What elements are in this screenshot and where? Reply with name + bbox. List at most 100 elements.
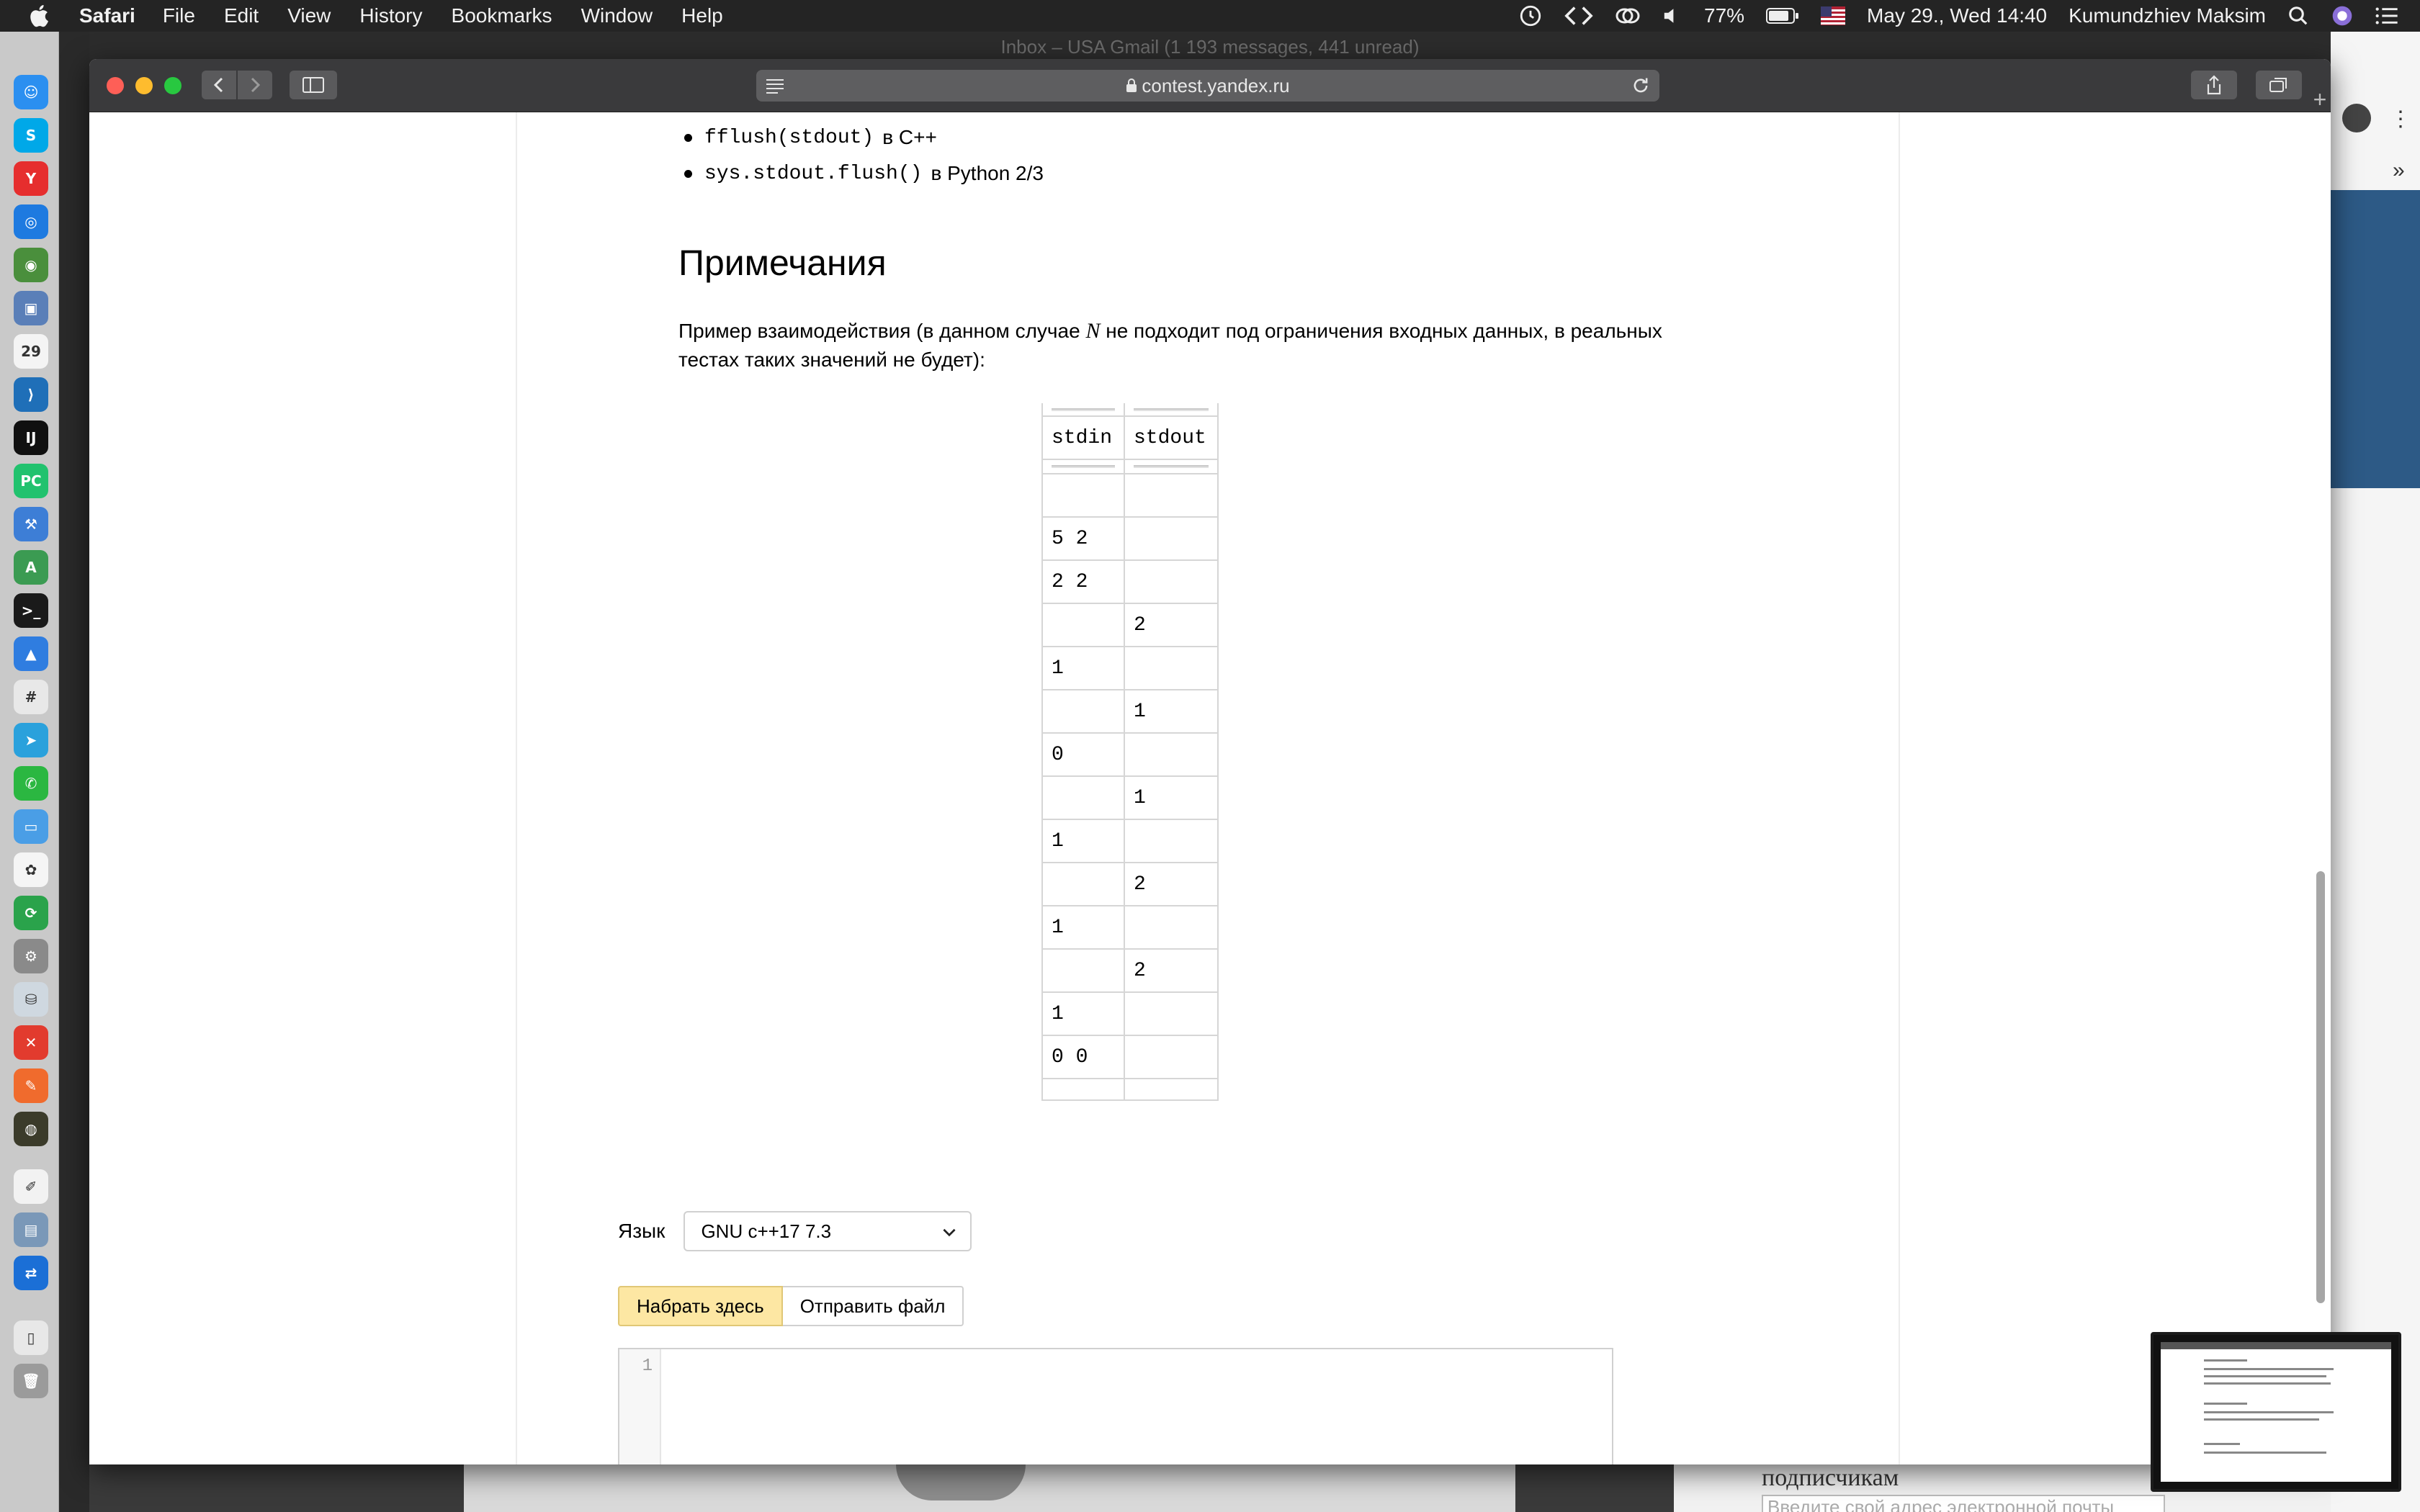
- chevron-left-icon: [213, 77, 223, 93]
- menu-edit[interactable]: Edit: [224, 4, 259, 27]
- document-icon[interactable]: ▯: [14, 1320, 48, 1355]
- new-tab-button[interactable]: +: [2309, 86, 2331, 112]
- reload-icon[interactable]: [1631, 76, 1651, 96]
- terminal-icon[interactable]: >_: [14, 593, 48, 628]
- teamviewer-icon[interactable]: ⇄: [14, 1256, 48, 1290]
- stdout-cell: 2: [1124, 862, 1219, 906]
- thumbnail-line: [2204, 1403, 2247, 1405]
- apple-menu-icon[interactable]: [27, 3, 53, 29]
- xmind-icon[interactable]: ✕: [14, 1025, 48, 1060]
- volume-icon[interactable]: [1662, 5, 1682, 27]
- radar-icon[interactable]: ◍: [14, 1112, 48, 1146]
- refresh-app-icon[interactable]: ⟳: [14, 896, 48, 930]
- reader-view-icon[interactable]: [765, 77, 785, 94]
- yandex-browser-icon[interactable]: Y: [14, 161, 48, 196]
- vscode-icon[interactable]: ⟩: [14, 377, 48, 412]
- thumbnail-line: [2204, 1443, 2240, 1445]
- menu-view[interactable]: View: [287, 4, 331, 27]
- skype-icon[interactable]: S: [14, 118, 48, 153]
- interaction-example-table: stdin stdout 5 22 221101121210 0: [1041, 403, 1219, 1101]
- menu-app-name[interactable]: Safari: [79, 4, 135, 27]
- stdout-cell: [1124, 819, 1219, 863]
- zoom-window-button[interactable]: [164, 77, 182, 94]
- background-email-input: Введите свой адрес электронной почты: [1762, 1495, 2165, 1512]
- background-avatar: [2342, 104, 2371, 132]
- menu-bookmarks[interactable]: Bookmarks: [452, 4, 552, 27]
- preview-icon[interactable]: ▣: [14, 291, 48, 325]
- safari-window: contest.yandex.ru + fflush(stdout) в C++…: [89, 59, 2331, 1464]
- notification-center-icon[interactable]: [2375, 6, 2398, 26]
- stdin-cell: 1: [1041, 991, 1125, 1036]
- flag-us-icon[interactable]: [1821, 6, 1846, 25]
- airplay-icon[interactable]: [1615, 5, 1641, 27]
- tab-type-here[interactable]: Набрать здесь: [618, 1286, 783, 1326]
- user-name[interactable]: Kumundzhiev Maksim: [2069, 4, 2266, 27]
- tabs-icon: [2269, 78, 2287, 92]
- page-scrollbar[interactable]: [2316, 871, 2325, 1303]
- image-capture-icon[interactable]: ▤: [14, 1212, 48, 1247]
- thumbnail-line: [2204, 1359, 2247, 1362]
- screenshot-thumbnail[interactable]: [2151, 1332, 2401, 1492]
- postman-icon[interactable]: ✎: [14, 1068, 48, 1103]
- stdout-cell: [1124, 905, 1219, 950]
- table-row: 1: [1041, 819, 1219, 863]
- telegram-icon[interactable]: ➤: [14, 723, 48, 757]
- clock[interactable]: May 29., Wed 14:40: [1867, 4, 2047, 27]
- stdin-cell: 5 2: [1041, 516, 1125, 561]
- pycharm-icon[interactable]: PC: [14, 464, 48, 498]
- code-brackets-icon[interactable]: [1564, 5, 1593, 27]
- code-snippet: fflush(stdout): [704, 126, 874, 149]
- tab-overview-button[interactable]: [2256, 71, 2302, 99]
- keynote-icon[interactable]: ▲: [14, 636, 48, 671]
- battery-icon[interactable]: [1766, 7, 1799, 24]
- photos-icon[interactable]: ✿: [14, 852, 48, 887]
- table-sep-cell: [1124, 459, 1219, 474]
- double-chevron-icon: »: [2393, 158, 2405, 182]
- table-row: 0 0: [1041, 1035, 1219, 1079]
- table-top-cap: [1041, 403, 1219, 417]
- xcode-icon[interactable]: ⚒: [14, 507, 48, 541]
- share-button[interactable]: [2191, 71, 2237, 99]
- battery-percent: 77%: [1704, 4, 1745, 27]
- whatsapp-icon[interactable]: ✆: [14, 766, 48, 801]
- slack-icon[interactable]: #: [14, 680, 48, 714]
- menu-window[interactable]: Window: [581, 4, 653, 27]
- menu-history[interactable]: History: [359, 4, 422, 27]
- column-header-stdin: stdin: [1041, 416, 1125, 460]
- calendar-icon[interactable]: 29: [14, 334, 48, 369]
- chrome-icon[interactable]: ◉: [14, 248, 48, 282]
- stdin-cell: [1041, 689, 1125, 734]
- address-bar[interactable]: contest.yandex.ru: [756, 70, 1659, 102]
- finder-icon[interactable]: ☺: [14, 75, 48, 109]
- flush-instructions-list: fflush(stdout) в C++ sys.stdout.flush() …: [684, 112, 1044, 192]
- trash-icon[interactable]: 🗑: [14, 1364, 48, 1398]
- stdin-cell: 2 2: [1041, 559, 1125, 604]
- back-button[interactable]: [202, 71, 236, 99]
- intellij-icon[interactable]: IJ: [14, 420, 48, 455]
- time-machine-icon[interactable]: [1518, 4, 1543, 28]
- tab-send-file[interactable]: Отправить файл: [782, 1286, 964, 1326]
- more-vertical-icon: ⋮: [2390, 107, 2411, 131]
- textedit-icon[interactable]: ✐: [14, 1169, 48, 1204]
- code-editor[interactable]: 1: [618, 1348, 1613, 1464]
- close-window-button[interactable]: [107, 77, 124, 94]
- database-icon[interactable]: ⛁: [14, 982, 48, 1017]
- menu-file[interactable]: File: [163, 4, 195, 27]
- spotlight-search-icon[interactable]: [2287, 5, 2309, 27]
- safari-icon[interactable]: ◎: [14, 204, 48, 239]
- background-window-bottom: подписчикам Введите свой адрес электронн…: [89, 1464, 2331, 1512]
- list-item-text: в C++: [882, 126, 937, 148]
- android-studio-icon[interactable]: A: [14, 550, 48, 585]
- stdout-cell: [1124, 991, 1219, 1036]
- language-select[interactable]: GNU c++17 7.3: [684, 1211, 972, 1251]
- submission-mode-tabs: Набрать здесь Отправить файл: [618, 1286, 964, 1326]
- system-preferences-icon[interactable]: ⚙: [14, 939, 48, 973]
- minimize-window-button[interactable]: [135, 77, 153, 94]
- forward-button[interactable]: [238, 71, 272, 99]
- stdin-cell: 1: [1041, 905, 1125, 950]
- browser-toolbar: contest.yandex.ru +: [89, 59, 2331, 112]
- siri-icon[interactable]: [2331, 4, 2354, 27]
- menu-help[interactable]: Help: [681, 4, 723, 27]
- sidebar-toggle-button[interactable]: [290, 71, 337, 99]
- folder-icon[interactable]: ▭: [14, 809, 48, 844]
